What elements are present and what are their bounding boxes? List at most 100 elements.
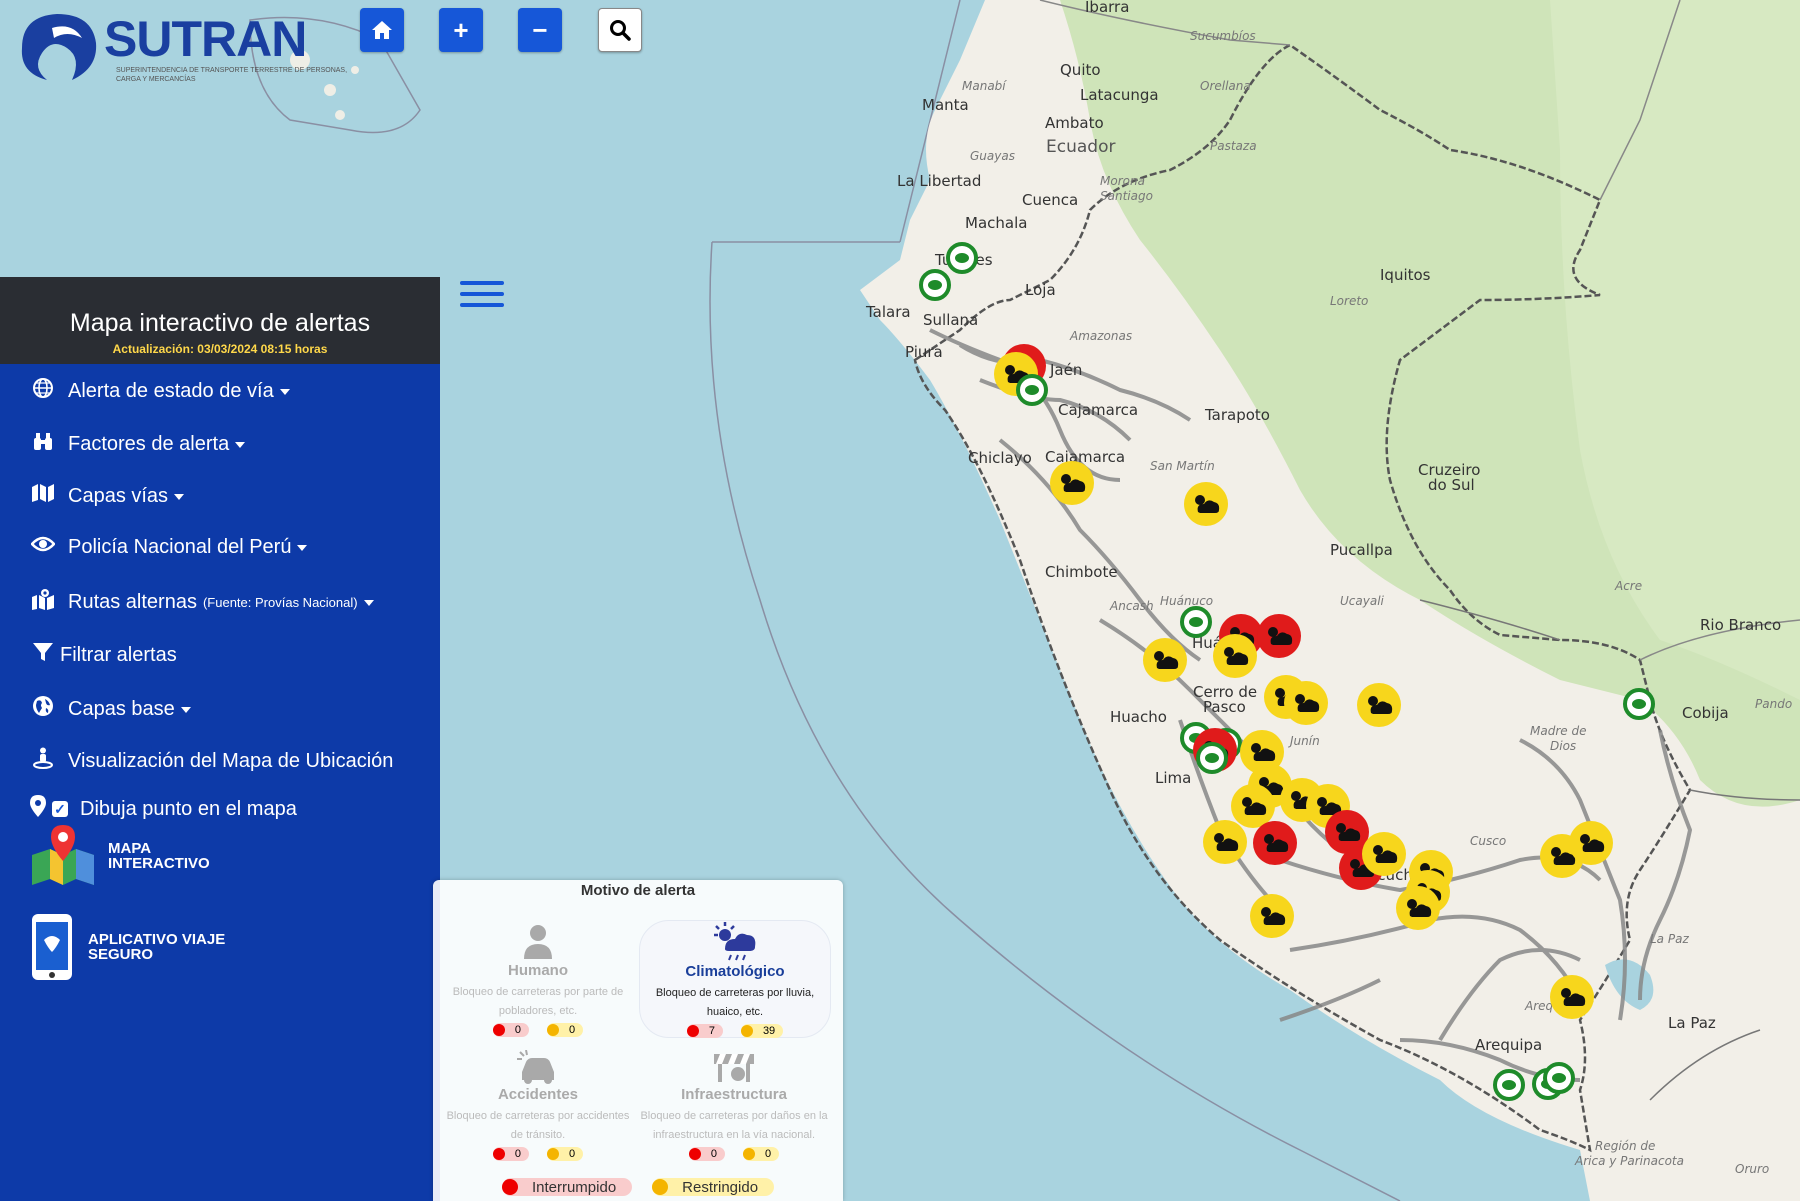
aplicativo-text: APLICATIVO VIAJE SEGURO — [88, 931, 226, 963]
red-dot — [492, 1024, 505, 1036]
interrumpido-count: 0 — [688, 1147, 725, 1161]
svg-text:Oruro: Oruro — [1735, 1162, 1769, 1176]
eye-icon — [30, 535, 56, 559]
logo-wordmark: SUTRAN — [104, 11, 307, 67]
restringido-marker[interactable] — [1213, 634, 1257, 678]
svg-text:Madre de: Madre de — [1530, 724, 1586, 738]
svg-text:Chimbote: Chimbote — [1045, 563, 1118, 581]
normal-status-marker[interactable] — [1196, 742, 1228, 774]
aplicativo-viaje-seguro-link[interactable]: APLICATIVO VIAJE SEGURO — [30, 912, 228, 982]
legend-category-name: Humano — [508, 962, 568, 979]
normal-status-marker[interactable] — [1623, 688, 1655, 720]
svg-text:Dios: Dios — [1550, 739, 1576, 753]
normal-status-marker[interactable] — [1016, 374, 1048, 406]
interrumpido-marker[interactable] — [1257, 614, 1301, 658]
menu-item-factores-alerta[interactable]: Factores de alerta — [30, 430, 246, 458]
logo-subtitle: SUPERINTENDENCIA DE TRANSPORTE TERRESTRE… — [116, 67, 348, 83]
svg-text:Latacunga: Latacunga — [1080, 86, 1159, 104]
normal-status-marker[interactable] — [946, 242, 978, 274]
menu-item-label: Alerta de estado de vía — [68, 379, 274, 402]
svg-text:San Martín: San Martín — [1150, 459, 1215, 473]
restringido-marker[interactable] — [1203, 820, 1247, 864]
chevron-down-icon — [279, 389, 290, 395]
restringido-marker[interactable] — [1231, 784, 1275, 828]
legend-category-climatologico[interactable]: Climatológico Bloqueo de carreteras por … — [639, 920, 831, 1038]
search-button[interactable] — [598, 8, 642, 52]
binoculars-icon — [30, 430, 56, 458]
svg-text:Amazonas: Amazonas — [1069, 329, 1132, 343]
svg-text:do Sul: do Sul — [1428, 476, 1475, 494]
restringido-marker[interactable] — [1143, 638, 1187, 682]
restringido-marker[interactable] — [1284, 681, 1328, 725]
svg-text:Cusco: Cusco — [1470, 834, 1506, 848]
normal-status-marker[interactable] — [919, 269, 951, 301]
red-dot — [686, 1025, 699, 1037]
svg-text:Loja: Loja — [1025, 281, 1056, 299]
restringido-marker[interactable] — [1550, 975, 1594, 1019]
menu-item-capas-vias[interactable]: Capas vías — [30, 483, 185, 509]
zoom-in-button[interactable]: + — [439, 8, 483, 52]
svg-text:Acre: Acre — [1614, 579, 1642, 593]
zoom-out-button[interactable]: − — [518, 8, 562, 52]
chevron-down-icon — [180, 707, 191, 713]
svg-text:Talara: Talara — [865, 303, 911, 321]
dibuja-punto-checkbox[interactable]: ✓ — [52, 801, 68, 817]
globe-icon — [30, 377, 56, 405]
restringido-marker[interactable] — [1569, 821, 1613, 865]
normal-status-marker[interactable] — [1180, 606, 1212, 638]
svg-text:Huánuco: Huánuco — [1160, 594, 1213, 608]
restringido-marker[interactable] — [1362, 832, 1406, 876]
red-dot — [688, 1148, 701, 1160]
menu-item-alerta-estado-via[interactable]: Alerta de estado de vía — [30, 377, 290, 405]
restringido-count: 39 — [740, 1024, 784, 1038]
restringido-marker[interactable] — [1396, 886, 1440, 930]
svg-text:Iquitos: Iquitos — [1380, 266, 1431, 284]
filter-icon — [30, 642, 56, 668]
svg-text:Región de: Región de — [1595, 1139, 1655, 1153]
legend-category-humano[interactable]: Humano Bloqueo de carreteras por parte d… — [443, 920, 633, 1037]
home-button[interactable] — [360, 8, 404, 52]
restringido-marker[interactable] — [1050, 461, 1094, 505]
normal-status-marker[interactable] — [1493, 1069, 1525, 1101]
red-dot — [492, 1148, 505, 1160]
restringido-marker[interactable] — [1250, 894, 1294, 938]
svg-text:Manabí: Manabí — [962, 79, 1007, 93]
menu-item-label: Filtrar alertas — [60, 643, 177, 666]
svg-text:Ucayali: Ucayali — [1340, 594, 1385, 608]
restringido-count: 0 — [547, 1023, 584, 1037]
svg-text:Cobija: Cobija — [1682, 704, 1729, 722]
restringido-marker[interactable] — [1184, 482, 1228, 526]
menu-item-label: Policía Nacional del Perú — [68, 535, 292, 558]
menu-item-label: Rutas alternas — [68, 590, 197, 613]
mapa-interactivo-link[interactable]: MAPA INTERACTIVO — [30, 825, 228, 887]
restringido-marker[interactable] — [1357, 683, 1401, 727]
interrumpido-marker[interactable] — [1253, 821, 1297, 865]
menu-item-filtrar-alertas[interactable]: Filtrar alertas — [30, 642, 177, 668]
legend-category-desc: Bloqueo de carreteras por lluvia, huaico… — [655, 987, 815, 1018]
svg-text:La Paz: La Paz — [1668, 1014, 1716, 1032]
svg-text:Pando: Pando — [1755, 697, 1792, 711]
menu-item-dibuja-punto[interactable]: ✓ Dibuja punto en el mapa — [30, 795, 297, 823]
svg-text:Orellana: Orellana — [1200, 79, 1251, 93]
restringido-count: 0 — [547, 1147, 584, 1161]
menu-item-policia-nacional[interactable]: Policía Nacional del Perú — [30, 535, 308, 559]
svg-text:Machala: Machala — [965, 214, 1027, 232]
menu-item-rutas-alternas[interactable]: Rutas alternas (Fuente: Provías Nacional… — [30, 588, 374, 616]
restringido-count: 0 — [743, 1147, 780, 1161]
menu-toggle-button[interactable] — [460, 281, 504, 311]
yellow-dot — [547, 1148, 559, 1160]
chevron-down-icon — [297, 545, 308, 551]
legend-title: Motivo de alerta — [580, 882, 696, 899]
normal-status-marker[interactable] — [1543, 1062, 1575, 1094]
svg-text:Lima: Lima — [1155, 769, 1191, 787]
legend-restringido: Restringido — [652, 1178, 775, 1196]
svg-text:Pucallpa: Pucallpa — [1330, 541, 1393, 559]
red-dot — [501, 1179, 518, 1195]
legend-category-infraestructura[interactable]: Infraestructura Bloqueo de carreteras po… — [639, 1044, 829, 1161]
legend-category-accidentes[interactable]: Accidentes Bloqueo de carreteras por acc… — [443, 1044, 633, 1161]
menu-item-capas-base[interactable]: Capas base — [30, 695, 191, 723]
svg-text:La Libertad: La Libertad — [897, 172, 981, 190]
svg-text:Pastaza: Pastaza — [1210, 139, 1257, 153]
sidebar: Mapa interactivo de alertas Actualizació… — [0, 277, 440, 1201]
menu-item-mapa-ubicacion[interactable]: Visualización del Mapa de Ubicación — [30, 747, 393, 775]
